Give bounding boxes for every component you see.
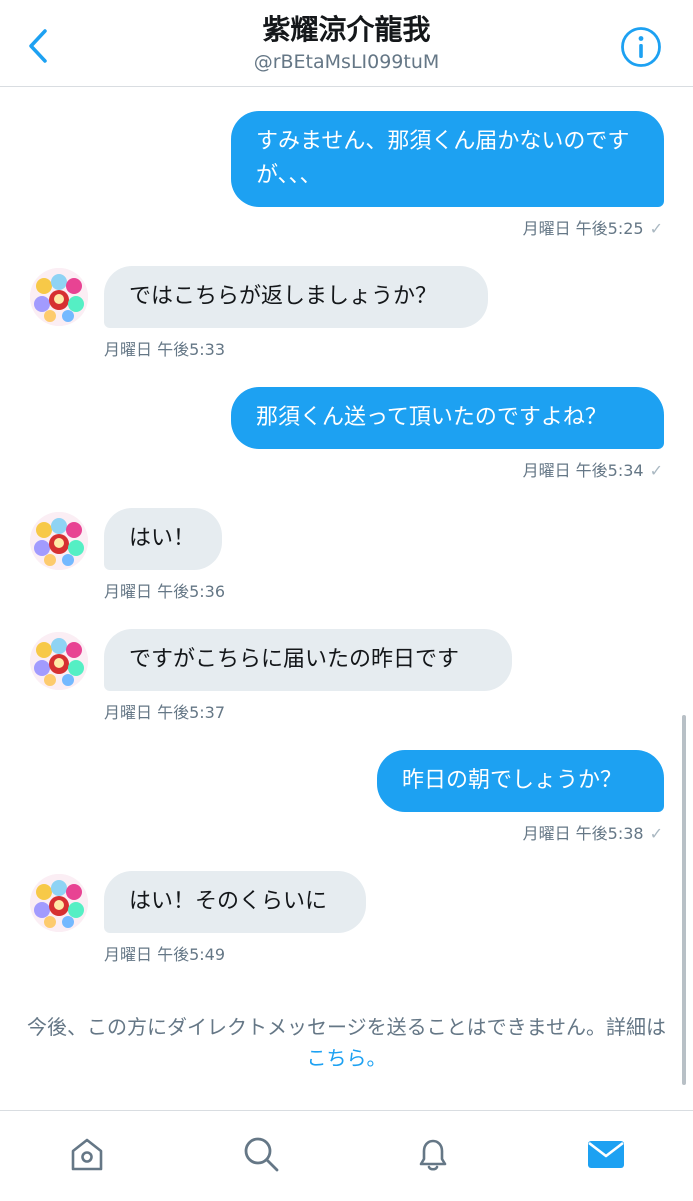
message-bubble-received[interactable]: はい！ — [104, 508, 222, 570]
conversation-handle: @rBEtaMsLI099tuM — [253, 51, 440, 73]
avatar-image-icon — [30, 874, 88, 932]
avatar[interactable] — [30, 632, 88, 690]
message-text: 那須くん送って頂いたのですよね？ — [256, 405, 607, 430]
message-bubble-sent[interactable]: すみません、那須くん届かないのですが、、、 — [231, 111, 664, 207]
message-timestamp: 月曜日 午後5:33 — [104, 340, 226, 359]
notice-text: 今後、この方にダイレクトメッセージを送ることはできません。詳細は — [27, 1015, 666, 1039]
dm-disabled-notice: 今後、この方にダイレクトメッセージを送ることはできません。詳細は こちら。 — [14, 1012, 679, 1074]
conversation-title: 紫耀涼介龍我 — [262, 13, 431, 46]
message-timestamp: 月曜日 午後5:25 ✓ — [522, 219, 663, 238]
read-check-icon: ✓ — [649, 219, 663, 238]
message-text: すみません、那須くん届かないのですが、、、 — [256, 129, 630, 188]
scrollbar[interactable] — [682, 715, 686, 1085]
message-timestamp: 月曜日 午後5:49 — [104, 945, 226, 964]
messages-icon — [588, 1141, 624, 1168]
message-bubble-sent[interactable]: 昨日の朝でしょうか？ — [377, 750, 664, 812]
tab-notifications[interactable] — [408, 1129, 458, 1179]
message-text: 昨日の朝でしょうか？ — [402, 768, 623, 793]
message-bubble-received[interactable]: ではこちらが返しましょうか？ — [104, 266, 488, 328]
conversation-header: 紫耀涼介龍我 @rBEtaMsLI099tuM — [0, 0, 693, 87]
tab-bar — [0, 1110, 693, 1201]
message-text: はい！ — [129, 526, 196, 551]
read-check-icon: ✓ — [649, 824, 663, 843]
message-bubble-received[interactable]: はい！そのくらいに — [104, 871, 366, 933]
tab-messages[interactable] — [581, 1129, 631, 1179]
details-link[interactable]: こちら。 — [307, 1046, 387, 1070]
message-bubble-received[interactable]: ですがこちらに届いたの昨日です — [104, 629, 512, 691]
avatar[interactable] — [30, 268, 88, 326]
read-check-icon: ✓ — [649, 461, 663, 480]
info-icon — [621, 27, 661, 67]
info-button[interactable] — [618, 24, 664, 70]
message-timestamp: 月曜日 午後5:37 — [104, 703, 226, 722]
home-icon — [71, 1138, 103, 1171]
message-text: はい！そのくらいに — [129, 889, 328, 914]
avatar-image-icon — [30, 512, 88, 570]
tab-search[interactable] — [236, 1129, 286, 1179]
message-bubble-sent[interactable]: 那須くん送って頂いたのですよね？ — [231, 387, 664, 449]
tab-home[interactable] — [62, 1129, 112, 1179]
message-text: ですがこちらに届いたの昨日です — [129, 647, 460, 672]
message-timestamp: 月曜日 午後5:34 ✓ — [522, 461, 663, 480]
notifications-icon — [419, 1139, 447, 1171]
avatar-image-icon — [30, 268, 88, 326]
avatar-image-icon — [30, 632, 88, 690]
avatar[interactable] — [30, 874, 88, 932]
avatar[interactable] — [30, 512, 88, 570]
conversation-title-block: 紫耀涼介龍我 @rBEtaMsLI099tuM — [0, 12, 693, 74]
message-text: ではこちらが返しましょうか？ — [129, 284, 438, 309]
message-timestamp: 月曜日 午後5:38 ✓ — [522, 824, 663, 843]
search-icon — [244, 1137, 279, 1172]
message-timestamp: 月曜日 午後5:36 — [104, 582, 226, 601]
